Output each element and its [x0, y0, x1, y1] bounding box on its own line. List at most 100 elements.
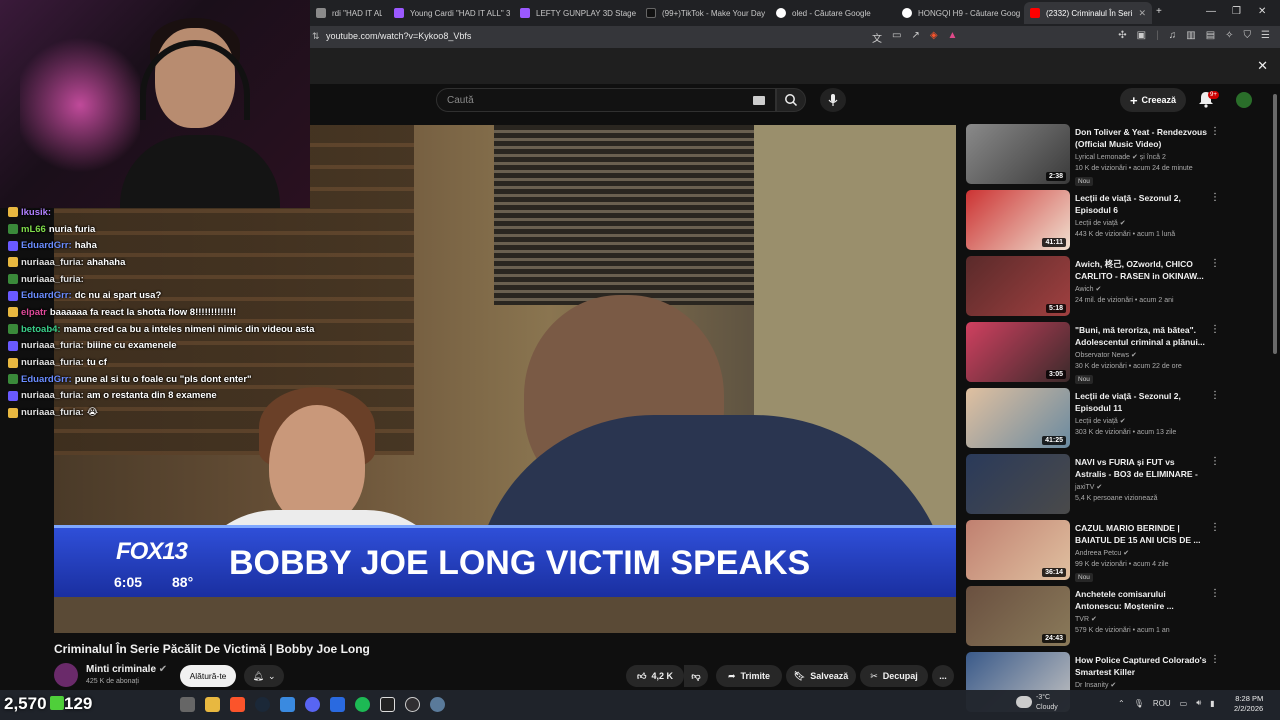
system-clock[interactable]: 8:28 PM 2/2/2026 — [1234, 694, 1263, 714]
channel-name[interactable]: Minti criminale ✔ — [86, 664, 167, 675]
vpn-icon[interactable]: ⛉ — [1244, 30, 1252, 41]
recommended-title[interactable]: Don Toliver & Yeat - Rendezvous (Officia… — [1075, 126, 1207, 150]
recommended-video[interactable]: 5:18 Awich, 柊己, OZworld, CHICO CARLITO - … — [966, 256, 1220, 322]
close-icon[interactable]: ✕ — [1257, 58, 1268, 74]
leo-icon[interactable]: ✧ — [1225, 30, 1233, 41]
steam-icon[interactable] — [255, 697, 270, 712]
video-thumbnail[interactable]: 3:05 — [966, 322, 1070, 382]
video-thumbnail[interactable]: 41:25 — [966, 388, 1070, 448]
more-vertical-icon[interactable]: ⋮ — [1210, 456, 1220, 467]
microphone-tray-icon[interactable]: 🎙︎ — [1134, 699, 1144, 708]
wallet-icon[interactable]: ▣ — [1137, 30, 1146, 41]
chat-username[interactable]: EduardGrr: — [21, 374, 72, 385]
clip-button[interactable]: ✂ Decupaj — [860, 665, 928, 687]
browser-tab[interactable]: oled - Căutare Google — [770, 2, 892, 24]
video-thumbnail[interactable]: 5:18 — [966, 256, 1070, 316]
recommended-video[interactable]: 41:25 Lecții de viață - Sezonul 2, Episod… — [966, 388, 1220, 454]
account-avatar[interactable] — [1236, 92, 1252, 108]
like-button[interactable]: 👍︎ 4,2 K — [626, 665, 684, 687]
more-vertical-icon[interactable]: ⋮ — [1210, 324, 1220, 335]
site-info-icon[interactable]: ⇅ — [312, 31, 320, 42]
browser-tab[interactable]: LEFTY GUNPLAY 3D Stage V — [514, 2, 636, 24]
recommended-channel[interactable]: Lyrical Lemonade ✔ și încă 2 — [1075, 153, 1166, 161]
recommended-channel[interactable]: Lecții de viață ✔ — [1075, 417, 1126, 425]
browser-tab-active[interactable]: (2332) Criminalul În Seri ✕ — [1024, 2, 1152, 24]
voice-search-button[interactable] — [820, 88, 846, 112]
page-scrollbar[interactable] — [1272, 86, 1278, 686]
close-tab-icon[interactable]: ✕ — [1138, 8, 1146, 19]
sidebar-icon[interactable]: ▥ — [1186, 30, 1195, 41]
app-icon[interactable] — [330, 697, 345, 712]
chat-username[interactable]: EduardGrr: — [21, 290, 72, 301]
recommended-video[interactable]: 36:14 CAZUL MARIO BERINDE | BAIATUL DE 15… — [966, 520, 1220, 586]
chat-username[interactable]: nuriaaa_furia: — [21, 407, 84, 418]
more-vertical-icon[interactable]: ⋮ — [1210, 522, 1220, 533]
chat-username[interactable]: mL66 — [21, 224, 46, 235]
dislike-button[interactable]: 👎︎ — [684, 665, 708, 687]
recommended-channel[interactable]: TVR ✔ — [1075, 615, 1097, 623]
recommended-channel[interactable]: Lecții de viață ✔ — [1075, 219, 1126, 227]
battery-icon[interactable]: ▮ — [1210, 699, 1214, 708]
recommended-title[interactable]: Anchetele comisarului Antonescu: Moșteni… — [1075, 588, 1207, 612]
recommended-video[interactable]: 2:38 Don Toliver & Yeat - Rendezvous (Off… — [966, 124, 1220, 190]
language-indicator[interactable]: ROU — [1153, 699, 1171, 708]
more-vertical-icon[interactable]: ⋮ — [1210, 126, 1220, 137]
more-actions-button[interactable]: ... — [932, 665, 954, 687]
browser-tab[interactable]: Young Cardi "HAD IT ALL" 3 — [388, 2, 510, 24]
chat-username[interactable]: betoab4: — [21, 324, 61, 335]
chat-username[interactable]: elpatr — [21, 307, 47, 318]
recommended-title[interactable]: Lecții de viață - Sezonul 2, Episodul 11 — [1075, 390, 1207, 414]
store-icon[interactable] — [280, 697, 295, 712]
settings-gear-icon[interactable] — [430, 697, 445, 712]
chat-username[interactable]: lkusik: — [21, 207, 51, 218]
chat-username[interactable]: nuriaaa_furia: — [21, 340, 84, 351]
share-button[interactable]: ➦ Trimite — [716, 665, 782, 687]
wallet-icon[interactable]: ▤ — [1206, 30, 1215, 41]
capcut-icon[interactable] — [380, 697, 395, 712]
channel-avatar[interactable] — [54, 663, 78, 687]
recommended-title[interactable]: NAVI vs FURIA și FUT vs Astralis - BO3 d… — [1075, 456, 1207, 480]
recommended-video[interactable]: 24:43 Anchetele comisarului Antonescu: Mo… — [966, 586, 1220, 652]
more-vertical-icon[interactable]: ⋮ — [1210, 588, 1220, 599]
search-button[interactable] — [776, 88, 806, 112]
new-tab-icon[interactable]: + — [1156, 6, 1162, 17]
recommended-video[interactable]: 41:11 Lecții de viață - Sezonul 2, Episod… — [966, 190, 1220, 256]
recommended-title[interactable]: Lecții de viață - Sezonul 2, Episodul 6 — [1075, 192, 1207, 216]
video-thumbnail[interactable] — [966, 454, 1070, 514]
subscription-bell-button[interactable]: 🔔︎ ⌄ — [244, 665, 284, 687]
brave-shields-icon[interactable]: ◈ — [930, 30, 938, 45]
share-icon[interactable]: ↗ — [911, 30, 919, 45]
recommended-video[interactable]: NAVI vs FURIA și FUT vs Astralis - BO3 d… — [966, 454, 1220, 520]
chat-username[interactable]: EduardGrr: — [21, 240, 72, 251]
brave-rewards-icon[interactable]: ▲ — [948, 30, 958, 45]
music-icon[interactable]: ♫ — [1169, 30, 1177, 41]
maximize-icon[interactable]: ❐ — [1232, 6, 1241, 17]
spotify-icon[interactable] — [355, 697, 370, 712]
cast-icon[interactable]: ▭ — [892, 30, 901, 45]
save-button[interactable]: 🔖︎ Salvează — [786, 665, 856, 687]
create-button[interactable]: + Creează — [1120, 88, 1186, 112]
join-button[interactable]: Alătură-te — [180, 665, 236, 687]
scrollbar-thumb[interactable] — [1273, 94, 1277, 354]
recommended-title[interactable]: Awich, 柊己, OZworld, CHICO CARLITO - RASE… — [1075, 258, 1207, 282]
network-icon[interactable]: ▭ — [1180, 699, 1188, 708]
keyboard-icon[interactable] — [753, 96, 765, 105]
video-thumbnail[interactable]: 41:11 — [966, 190, 1070, 250]
translate-icon[interactable]: 文 — [872, 30, 882, 45]
recommended-channel[interactable]: Andreea Petcu ✔ — [1075, 549, 1129, 557]
volume-icon[interactable]: 🔊︎ — [1196, 698, 1201, 708]
recommended-title[interactable]: How Police Captured Colorado's Smartest … — [1075, 654, 1207, 678]
more-vertical-icon[interactable]: ⋮ — [1210, 192, 1220, 203]
recommended-video[interactable]: 3:05 "Buni, mă terorizа, mă bătea". Adole… — [966, 322, 1220, 388]
task-view-icon[interactable] — [180, 697, 195, 712]
search-input[interactable]: Caută — [436, 88, 776, 112]
video-thumbnail[interactable]: 24:43 — [966, 586, 1070, 646]
extensions-icon[interactable]: ✣ — [1118, 30, 1126, 41]
discord-icon[interactable] — [305, 697, 320, 712]
chat-username[interactable]: nuriaaa_furia: — [21, 274, 84, 285]
more-vertical-icon[interactable]: ⋮ — [1210, 654, 1220, 665]
recommended-channel[interactable]: Awich ✔ — [1075, 285, 1101, 293]
browser-tab[interactable]: (99+)TikTok - Make Your Day — [640, 2, 766, 24]
recommended-title[interactable]: CAZUL MARIO BERINDE | BAIATUL DE 15 ANI … — [1075, 522, 1207, 546]
recommended-title[interactable]: "Buni, mă terorizа, mă bătea". Adolescen… — [1075, 324, 1207, 348]
